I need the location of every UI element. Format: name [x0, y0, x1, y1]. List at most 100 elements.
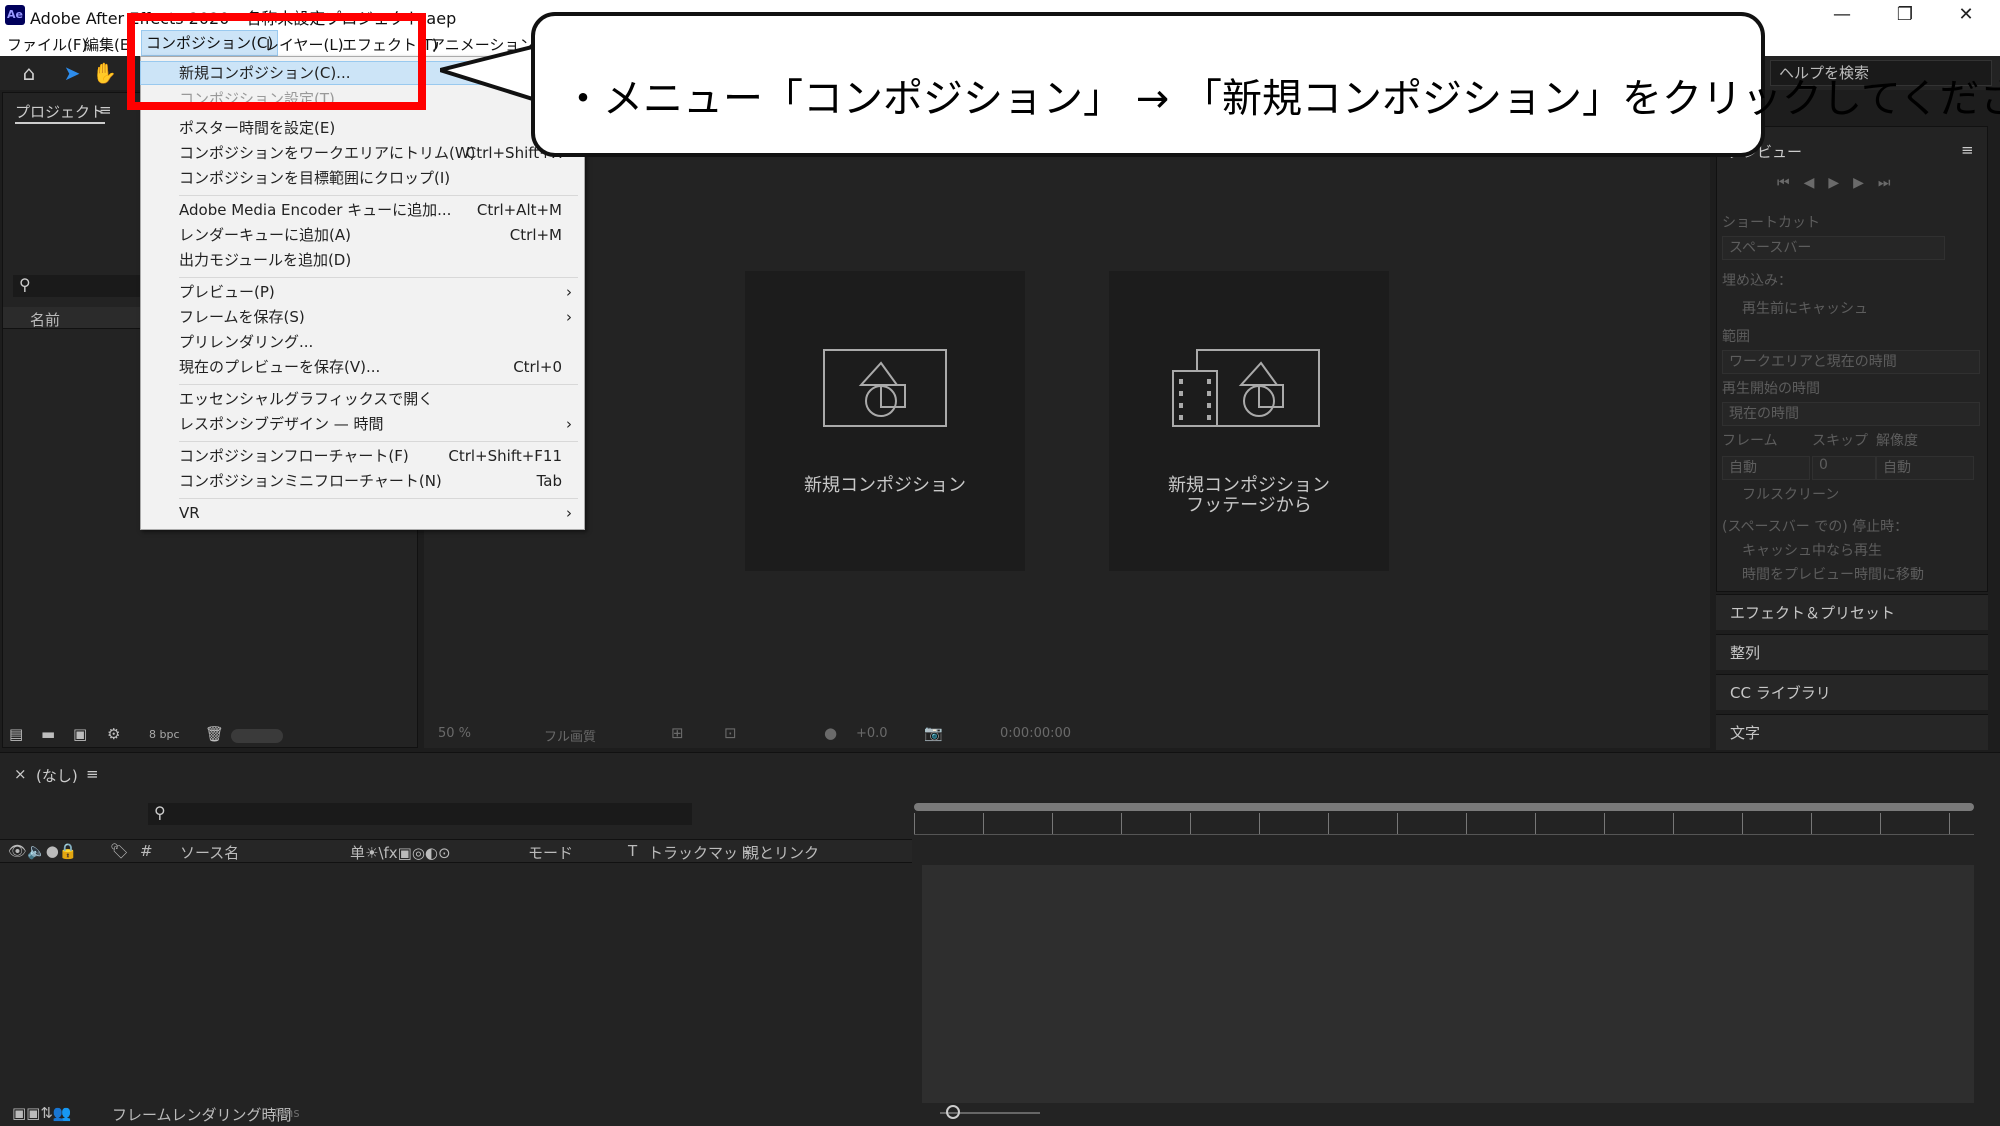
menu-separator: [179, 498, 578, 499]
menu-add-render-queue[interactable]: レンダーキューに追加(A) Ctrl+M: [141, 224, 584, 246]
bpc-label[interactable]: 8 bpc: [149, 728, 180, 741]
skip-dropdown[interactable]: 0: [1812, 456, 1876, 480]
menu-crop-to-region[interactable]: コンポジションを目標範囲にクロップ(I): [141, 167, 584, 189]
effects-presets-tab[interactable]: エフェクト＆プリセット: [1716, 594, 1988, 630]
menu-pre-render[interactable]: プリレンダリング...: [141, 331, 584, 353]
time-ruler[interactable]: [914, 813, 1974, 835]
cc-libraries-tab[interactable]: CC ライブラリ: [1716, 674, 1988, 710]
selection-tool-icon[interactable]: ➤: [60, 61, 84, 85]
new-folder-icon[interactable]: ▬: [41, 725, 55, 743]
shortcut-dropdown[interactable]: スペースバー: [1722, 236, 1945, 260]
if-caching-checkbox[interactable]: キャッシュ中なら再生: [1722, 540, 2000, 560]
column-source-name[interactable]: ソース名: [180, 842, 239, 863]
timeline-menu-icon[interactable]: ≡: [86, 765, 99, 783]
av-features-icons[interactable]: 👁🔈●🔒: [8, 842, 78, 860]
interpret-footage-icon[interactable]: ▤: [9, 725, 23, 743]
column-hash[interactable]: #: [140, 842, 153, 860]
item-label: レスポンシブデザイン — 時間: [179, 415, 384, 433]
menu-open-essential-graphics[interactable]: エッセンシャルグラフィックスで開く: [141, 388, 584, 410]
fullscreen-checkbox[interactable]: フルスクリーン: [1722, 484, 2000, 504]
new-composition-from-footage-label-2: フッテージから: [1186, 495, 1312, 516]
search-icon: ⚲: [154, 803, 166, 822]
grid-icon[interactable]: ⊡: [724, 724, 737, 742]
zoom-slider-handle[interactable]: [946, 1105, 960, 1119]
character-tab[interactable]: 文字: [1716, 714, 1988, 750]
column-track-matte[interactable]: トラックマット: [648, 842, 753, 863]
item-label: コンポジションミニフローチャート(N): [179, 472, 442, 490]
submenu-arrow-icon: ›: [566, 308, 572, 326]
menu-save-current-preview[interactable]: 現在のプレビューを保存(V)... Ctrl+0: [141, 356, 584, 378]
column-mode[interactable]: モード: [528, 842, 573, 863]
menu-add-media-encoder[interactable]: Adobe Media Encoder キューに追加... Ctrl+Alt+M: [141, 199, 584, 221]
settings-icon[interactable]: ⚙: [107, 725, 120, 743]
menu-file[interactable]: ファイル(F): [7, 34, 87, 55]
frame-render-time-label: フレームレンダリング時間: [112, 1106, 292, 1124]
menu-trim-work-area[interactable]: コンポジションをワークエリアにトリム(W) Ctrl+Shift+X: [141, 142, 584, 164]
minimize-button[interactable]: —: [1822, 2, 1862, 28]
item-label: プリレンダリング...: [179, 333, 314, 351]
preview-panel-menu-icon[interactable]: ≡: [1961, 141, 1974, 159]
item-label: コンポジションフローチャート(F): [179, 447, 409, 465]
color-icon[interactable]: ●: [824, 724, 837, 742]
new-composition-icon[interactable]: ▣: [73, 725, 87, 743]
render-time-value: 0ms: [274, 1106, 300, 1120]
item-label: ポスター時間を設定(E): [179, 119, 336, 137]
menu-add-output-module[interactable]: 出力モジュールを追加(D): [141, 249, 584, 271]
menu-separator: [179, 195, 578, 196]
timeline-footer-icons[interactable]: ▣▣⇅👥: [12, 1104, 72, 1122]
resolution-dropdown[interactable]: 自動: [1876, 456, 1974, 480]
thumbnail-slider[interactable]: [231, 729, 283, 743]
menu-preview[interactable]: プレビュー(P) ›: [141, 281, 584, 303]
range-label: 範囲: [1722, 329, 1750, 345]
menu-vr[interactable]: VR ›: [141, 502, 584, 524]
menu-separator: [179, 277, 578, 278]
snapshot-icon[interactable]: 📷: [924, 724, 943, 742]
timeline-search-input[interactable]: ⚲: [148, 803, 692, 825]
menu-save-frame[interactable]: フレームを保存(S) ›: [141, 306, 584, 328]
playback-controls[interactable]: ⏮◀▶▶⏭: [1777, 175, 1905, 191]
align-tab[interactable]: 整列: [1716, 634, 1988, 670]
move-time-checkbox[interactable]: 時間をプレビュー時間に移動: [1722, 564, 2000, 584]
instruction-callout: ・メニュー「コンポジション」 → 「新規コンポジション」をクリックしてください: [531, 12, 2000, 157]
menu-composition-flowchart[interactable]: コンポジションフローチャート(F) Ctrl+Shift+F11: [141, 445, 584, 467]
highlight-box: [127, 13, 426, 110]
menu-composition-mini-flowchart[interactable]: コンポジションミニフローチャート(N) Tab: [141, 470, 584, 492]
column-name[interactable]: 名前: [30, 309, 60, 330]
menu-set-poster-time[interactable]: ポスター時間を設定(E): [141, 117, 584, 139]
range-dropdown[interactable]: ワークエリアと現在の時間: [1722, 350, 1980, 374]
timeline-graph-area: [922, 865, 1974, 1103]
hand-tool-icon[interactable]: ✋: [92, 61, 117, 85]
zoom-dropdown[interactable]: 50 %: [438, 726, 471, 741]
timeline-close-icon[interactable]: ×: [14, 765, 27, 783]
work-area-bar[interactable]: [914, 803, 1974, 811]
column-switches[interactable]: 单☀\fx▣◎◐⊙: [350, 842, 451, 863]
start-dropdown[interactable]: 現在の時間: [1722, 402, 1980, 426]
item-label: レンダーキューに追加(A): [179, 226, 351, 244]
quality-dropdown[interactable]: フル画質: [544, 726, 596, 745]
project-panel-menu-icon[interactable]: ≡: [99, 101, 112, 119]
project-search-input[interactable]: ⚲: [13, 275, 143, 297]
menu-separator: [179, 384, 578, 385]
new-composition-button[interactable]: 新規コンポジション: [745, 271, 1025, 571]
new-composition-from-footage-button[interactable]: 新規コンポジション フッテージから: [1109, 271, 1389, 571]
composition-dropdown-menu: 新規コンポジション(C)... コンポジション設定(T)... ポスター時間を設…: [140, 56, 585, 530]
item-label: 現在のプレビューを保存(V)...: [179, 358, 381, 376]
frame-dropdown[interactable]: 自動: [1722, 456, 1810, 480]
restore-button[interactable]: ❐: [1885, 2, 1925, 28]
menu-responsive-design-time[interactable]: レスポンシブデザイン — 時間 ›: [141, 413, 584, 435]
column-parent-link[interactable]: 親とリンク: [744, 842, 819, 863]
project-tab[interactable]: プロジェクト: [15, 101, 106, 124]
item-shortcut: Ctrl+Alt+M: [476, 201, 562, 219]
timecode-display[interactable]: 0:00:00:00: [1000, 726, 1071, 741]
column-t[interactable]: T: [628, 842, 637, 860]
region-of-interest-icon[interactable]: ⊞: [671, 724, 684, 742]
cache-before-checkbox[interactable]: 再生前にキャッシュ: [1722, 298, 2000, 318]
exposure-value[interactable]: +0.0: [856, 726, 888, 741]
label-icon[interactable]: 🏷: [110, 842, 129, 860]
item-label: コンポジションをワークエリアにトリム(W): [179, 144, 476, 162]
trash-icon[interactable]: 🗑: [205, 725, 224, 743]
timeline-tab[interactable]: (なし): [36, 765, 78, 786]
close-button[interactable]: ✕: [1946, 2, 1986, 28]
home-icon[interactable]: ⌂: [17, 61, 41, 85]
submenu-arrow-icon: ›: [566, 415, 572, 433]
